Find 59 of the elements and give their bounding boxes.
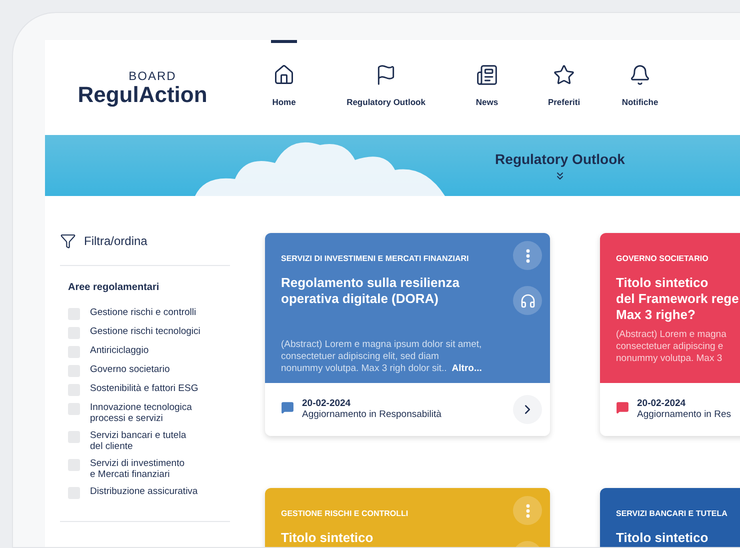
card-title: Max 3 righe? <box>616 307 696 323</box>
card-title: Regolamento sulla resilienza <box>281 275 460 291</box>
filter-label[interactable]: Distribuzione assicurativa <box>90 486 198 497</box>
more-icon <box>526 248 530 262</box>
card-update: Aggiornamento in Responsabilità <box>302 409 442 421</box>
listen-button[interactable] <box>513 286 542 315</box>
banner-title: Regulatory Outlook <box>495 150 625 169</box>
card-title: Titolo sintetico <box>281 530 374 546</box>
open-button[interactable] <box>513 395 542 424</box>
card-title: operativa digitale (DORA) <box>281 291 440 307</box>
card-category: SERVIZI DI INVESTIMENI E MERCATI FINANZIARI <box>281 253 469 265</box>
filter-label[interactable]: Innovazione tecnologica processi e servizi <box>90 402 192 424</box>
bell-icon <box>629 64 651 86</box>
news-icon <box>476 64 498 86</box>
comment-icon <box>616 401 629 414</box>
flag-icon <box>375 64 397 86</box>
home-icon <box>273 64 295 86</box>
comment-icon <box>281 401 294 414</box>
card-title: Titolo sintetico <box>616 275 710 291</box>
filter-label[interactable]: Gestione rischi tecnologici <box>90 326 200 337</box>
card-title: del Framework rege <box>616 291 739 307</box>
card-title: Titolo sintetico <box>616 530 708 546</box>
card-category: GOVERNO SOCIETARIO <box>616 253 708 265</box>
card-category: SERVIZI BANCARI E TUTELA <box>616 508 728 520</box>
nav-tab[interactable]: Notifiche <box>608 40 672 135</box>
filter-label[interactable]: Servizi di investimento e Mercati finanziari <box>90 458 185 480</box>
filter-label[interactable]: Governo societario <box>90 364 170 375</box>
nav-tab[interactable]: Home <box>250 40 318 135</box>
filter-label[interactable]: Servizi bancari e tutela del cliente <box>90 430 186 452</box>
more-options-button[interactable] <box>513 496 542 525</box>
card-abstract: (Abstract) Lorem e magna ipsum dolor sit amet, <box>281 339 482 351</box>
more-icon <box>526 504 530 518</box>
card-date: 20-02-2024 <box>637 398 687 409</box>
chevrons-down-icon[interactable] <box>554 170 566 182</box>
nav-tab[interactable]: Preferiti <box>520 40 608 135</box>
logo-wordmark: RegulAction <box>78 83 208 107</box>
filter-label[interactable]: Sostenibilità e fattori ESG <box>90 383 198 394</box>
card-abstract: consectetuer adipiscing elit, sed diam <box>281 351 440 363</box>
card-abstract: nonummy volutpa. Max 3 <box>616 353 724 365</box>
filter-label[interactable]: Antiriciclaggio <box>90 345 149 356</box>
more-options-button[interactable] <box>513 241 542 270</box>
card-abstract: consectetuer adipiscing e <box>616 341 724 353</box>
article-card[interactable] <box>265 233 550 436</box>
card-category: GESTIONE RISCHI E CONTROLLI <box>281 508 408 520</box>
nav-tab[interactable]: News <box>454 40 520 135</box>
filter-label[interactable]: Gestione rischi e controlli <box>90 307 196 318</box>
filter-title[interactable]: Filtra/ordina <box>84 232 148 250</box>
section-title: Aree regolamentari <box>68 281 160 295</box>
article-card[interactable]: SERVIZI BANCARI E TUTELA Titolo sintetico <box>600 488 740 547</box>
star-icon <box>553 64 575 86</box>
nav-tab[interactable]: Regulatory Outlook <box>318 40 454 135</box>
card-date: 20-02-2024 <box>302 398 352 409</box>
logo-board: BOARD <box>128 70 176 83</box>
card-update: Aggiornamento in Res <box>637 409 731 421</box>
article-card[interactable]: GOVERNO SOCIETARIO Titolo sintetico del Framework rege Max 3 righe? (Abstract) Lorem e magna consectetuer adipiscing e nonummy volutpa. Max 3 20-02-2024 Aggiornamento in Res <box>600 233 740 436</box>
card-abstract: (Abstract) Lorem e magna <box>616 329 726 341</box>
card-abstract: nonummy volutpa. Max 3 righ dolor sit.. Altro... <box>281 363 482 375</box>
filter-icon[interactable] <box>60 233 76 249</box>
headphones-icon <box>520 292 536 308</box>
